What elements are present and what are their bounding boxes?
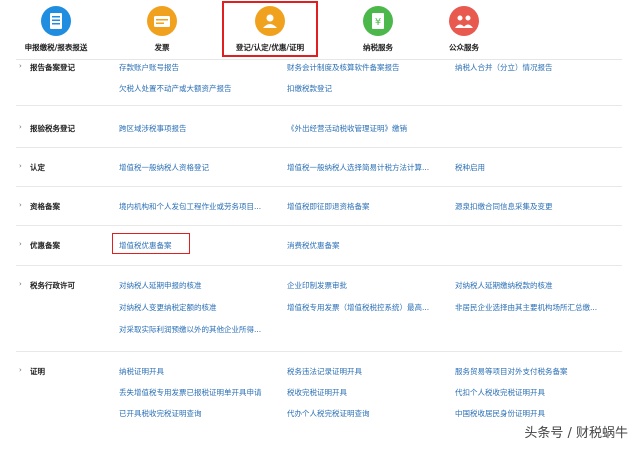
link[interactable]: 税收完税证明开具 [287, 387, 347, 398]
registration-icon [255, 6, 285, 36]
link[interactable]: 企业印制发票审批 [287, 280, 347, 291]
link[interactable]: 增值税一般纳税人资格登记 [119, 162, 209, 173]
link[interactable]: 存款账户账号报告 [119, 62, 179, 73]
link[interactable]: 境内机构和个人发包工程作业或劳务项目... [119, 201, 261, 212]
link[interactable]: 纳税证明开具 [119, 366, 164, 377]
nav-tax-service[interactable]: ¥ 纳税服务 [330, 3, 426, 56]
section-certificate: › 证明 纳税证明开具 税务违法记录证明开具 服务贸易等项目对外支付税务备案 丢… [16, 352, 622, 432]
top-nav: 申报缴税/报表报送 发票 登记/认定/优惠/证明 ¥ 纳税服务 公众服务 [0, 0, 640, 58]
watermark: 头条号 / 财税蜗牛 [524, 426, 628, 441]
chevron-right-icon: › [19, 162, 22, 170]
chevron-right-icon: › [19, 201, 22, 209]
link[interactable]: 税务违法记录证明开具 [287, 366, 362, 377]
section-title: 税务行政许可 [30, 281, 75, 290]
link[interactable]: 丢失增值税专用发票已报税证明单开具申请 [119, 387, 262, 398]
link[interactable]: 源泉扣缴合同信息采集及变更 [455, 201, 553, 212]
link[interactable]: 对纳税人延期缴纳税款的核准 [455, 280, 553, 291]
section-title: 认定 [30, 163, 45, 172]
section-qualification: › 认定 增值税一般纳税人资格登记 增值税一般纳税人选择简易计税方法计算... … [16, 148, 622, 187]
link[interactable]: 对纳税人延期申报的核准 [119, 280, 202, 291]
section-title: 资格备案 [30, 202, 60, 211]
tax-declaration-icon [41, 6, 71, 36]
invoice-icon [147, 6, 177, 36]
section-administrative-license: › 税务行政许可 对纳税人延期申报的核准 企业印制发票审批 对纳税人延期缴纳税款… [16, 266, 622, 352]
link[interactable]: 增值税专用发票（增值税税控系统）最高... [287, 302, 429, 313]
nav-label: 纳税服务 [363, 43, 393, 52]
nav-label: 发票 [154, 43, 170, 52]
svg-text:¥: ¥ [375, 17, 381, 28]
chevron-right-icon: › [19, 280, 22, 288]
link[interactable]: 中国税收居民身份证明开具 [455, 408, 545, 419]
nav-registration[interactable]: 登记/认定/优惠/证明 [222, 1, 318, 57]
link[interactable]: 对纳税人变更纳税定额的核准 [119, 302, 217, 313]
link[interactable]: 跨区域涉税事项报告 [119, 123, 187, 134]
section-title: 报验税务登记 [30, 124, 75, 133]
link[interactable]: 对采取实际利润预缴以外的其他企业所得... [119, 324, 261, 335]
link[interactable]: 增值税即征即退资格备案 [287, 201, 370, 212]
link[interactable]: 税种启用 [455, 162, 485, 173]
nav-label: 申报缴税/报表报送 [24, 43, 88, 52]
nav-public-service[interactable]: 公众服务 [416, 3, 512, 56]
link[interactable]: 非居民企业选择由其主要机构场所汇总缴... [455, 302, 597, 313]
chevron-right-icon: › [19, 62, 22, 70]
link[interactable]: 《外出经营活动税收管理证明》缴销 [287, 123, 407, 134]
section-inspection-registration: › 报验税务登记 跨区域涉税事项报告 《外出经营活动税收管理证明》缴销 [16, 106, 622, 148]
section-title: 证明 [30, 367, 45, 376]
section-preferential-filing: › 优惠备案 增值税优惠备案 消费税优惠备案 [16, 226, 622, 266]
tax-service-icon: ¥ [363, 6, 393, 36]
link[interactable]: 纳税人合并（分立）情况报告 [455, 62, 553, 73]
link[interactable]: 消费税优惠备案 [287, 240, 340, 251]
link[interactable]: 服务贸易等项目对外支付税务备案 [455, 366, 568, 377]
chevron-right-icon: › [19, 366, 22, 374]
link[interactable]: 代扣个人税收完税证明开具 [455, 387, 545, 398]
section-title: 报告备案登记 [30, 63, 75, 72]
chevron-right-icon: › [19, 240, 22, 248]
link[interactable]: 增值税一般纳税人选择简易计税方法计算... [287, 162, 429, 173]
link[interactable]: 欠税人处置不动产或大额资产报告 [119, 83, 232, 94]
public-service-icon [449, 6, 479, 36]
section-eligibility-filing: › 资格备案 境内机构和个人发包工程作业或劳务项目... 增值税即征即退资格备案… [16, 187, 622, 226]
nav-label: 登记/认定/优惠/证明 [235, 43, 305, 52]
section-title: 优惠备案 [30, 241, 60, 250]
chevron-right-icon: › [19, 123, 22, 131]
nav-invoice[interactable]: 发票 [114, 3, 210, 56]
link[interactable]: 已开具税收完税证明查询 [119, 408, 202, 419]
section-report-filing: › 报告备案登记 存款账户账号报告 财务会计制度及核算软件备案报告 纳税人合并（… [16, 60, 622, 106]
nav-label: 公众服务 [449, 43, 479, 52]
link[interactable]: 增值税优惠备案 [119, 240, 172, 251]
link[interactable]: 扣缴税款登记 [287, 83, 332, 94]
link[interactable]: 财务会计制度及核算软件备案报告 [287, 62, 400, 73]
link[interactable]: 代办个人税完税证明查询 [287, 408, 370, 419]
nav-tax-declaration[interactable]: 申报缴税/报表报送 [8, 3, 104, 56]
